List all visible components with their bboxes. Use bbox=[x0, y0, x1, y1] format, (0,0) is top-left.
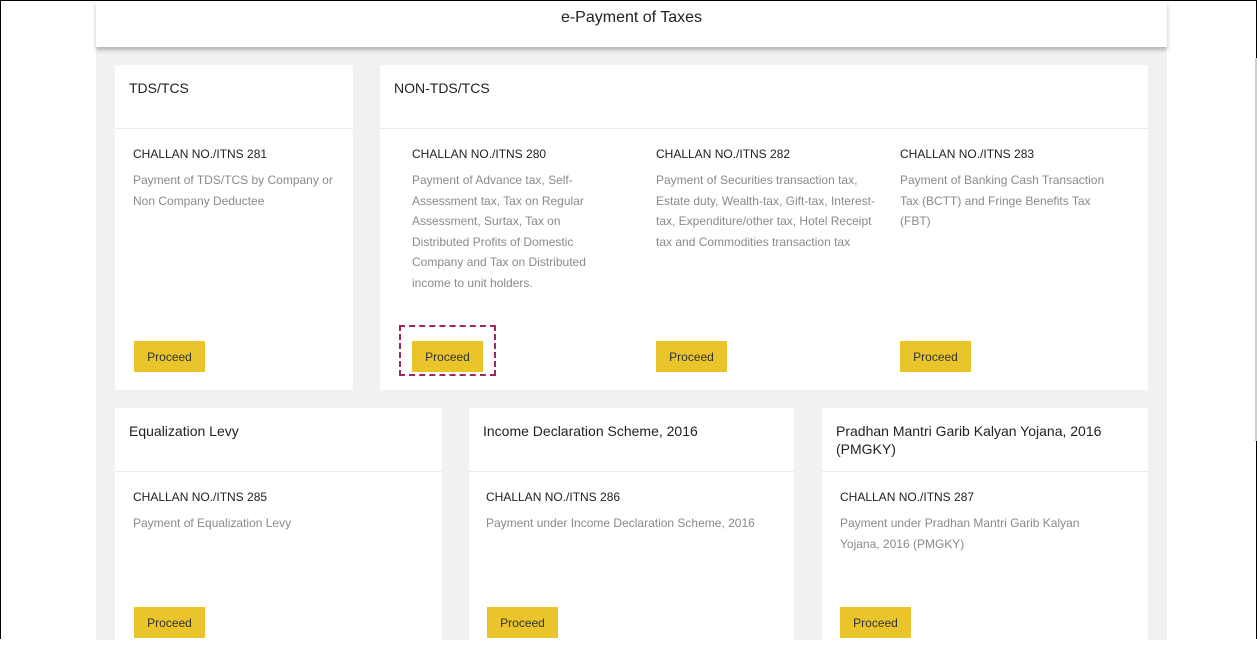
challan-description: Payment under Income Declaration Scheme,… bbox=[486, 516, 755, 530]
card-title: Equalization Levy bbox=[115, 408, 442, 472]
challan-description: Payment of Equalization Levy bbox=[133, 516, 292, 530]
highlight-box bbox=[399, 325, 496, 376]
card-income-declaration-scheme: Income Declaration Scheme, 2016 CHALLAN … bbox=[469, 408, 794, 648]
challan-number: CHALLAN NO./ITNS 287 bbox=[840, 490, 975, 504]
challan-description: Payment under Pradhan Mantri Garib Kalya… bbox=[840, 516, 1080, 551]
challan-block-282: CHALLAN NO./ITNS 282 Payment of Securiti… bbox=[656, 147, 881, 252]
challan-description: Payment of Securities transaction tax, E… bbox=[656, 173, 875, 249]
challan-block-287: CHALLAN NO./ITNS 287 Payment under Pradh… bbox=[840, 490, 1120, 554]
card-pmgky: Pradhan Mantri Garib Kalyan Yojana, 2016… bbox=[822, 408, 1148, 648]
challan-block-281: CHALLAN NO./ITNS 281 Payment of TDS/TCS … bbox=[133, 147, 343, 211]
challan-description: Payment of TDS/TCS by Company or Non Com… bbox=[133, 173, 333, 208]
challan-block-285: CHALLAN NO./ITNS 285 Payment of Equaliza… bbox=[133, 490, 423, 534]
page-title: e-Payment of Taxes bbox=[560, 9, 703, 26]
challan-description: Payment of Advance tax, Self-Assessment … bbox=[412, 173, 586, 290]
content-container: e-Payment of Taxes TDS/TCS CHALLAN NO./I… bbox=[96, 1, 1167, 648]
page-frame: e-Payment of Taxes TDS/TCS CHALLAN NO./I… bbox=[0, 0, 1257, 648]
proceed-button-285[interactable]: Proceed bbox=[134, 607, 205, 638]
challan-number: CHALLAN NO./ITNS 286 bbox=[486, 490, 621, 504]
challan-block-283: CHALLAN NO./ITNS 283 Payment of Banking … bbox=[900, 147, 1120, 232]
challan-number: CHALLAN NO./ITNS 280 bbox=[412, 147, 547, 161]
proceed-button-286[interactable]: Proceed bbox=[487, 607, 558, 638]
card-title: Pradhan Mantri Garib Kalyan Yojana, 2016… bbox=[822, 408, 1148, 472]
challan-number: CHALLAN NO./ITNS 285 bbox=[133, 490, 268, 504]
challan-number: CHALLAN NO./ITNS 283 bbox=[900, 147, 1035, 161]
proceed-button-281[interactable]: Proceed bbox=[134, 341, 205, 372]
challan-block-280: CHALLAN NO./ITNS 280 Payment of Advance … bbox=[412, 147, 617, 293]
page-header: e-Payment of Taxes bbox=[96, 1, 1167, 47]
challan-number: CHALLAN NO./ITNS 282 bbox=[656, 147, 791, 161]
challan-block-286: CHALLAN NO./ITNS 286 Payment under Incom… bbox=[486, 490, 786, 534]
proceed-button-282[interactable]: Proceed bbox=[656, 341, 727, 372]
proceed-button-287[interactable]: Proceed bbox=[840, 607, 911, 638]
proceed-button-283[interactable]: Proceed bbox=[900, 341, 971, 372]
card-title: TDS/TCS bbox=[115, 65, 353, 129]
card-title: Income Declaration Scheme, 2016 bbox=[469, 408, 794, 472]
card-equalization-levy: Equalization Levy CHALLAN NO./ITNS 285 P… bbox=[115, 408, 442, 648]
card-tds-tcs: TDS/TCS CHALLAN NO./ITNS 281 Payment of … bbox=[115, 65, 353, 390]
challan-description: Payment of Banking Cash Transaction Tax … bbox=[900, 173, 1105, 228]
card-title: NON-TDS/TCS bbox=[380, 65, 1148, 129]
challan-number: CHALLAN NO./ITNS 281 bbox=[133, 147, 268, 161]
